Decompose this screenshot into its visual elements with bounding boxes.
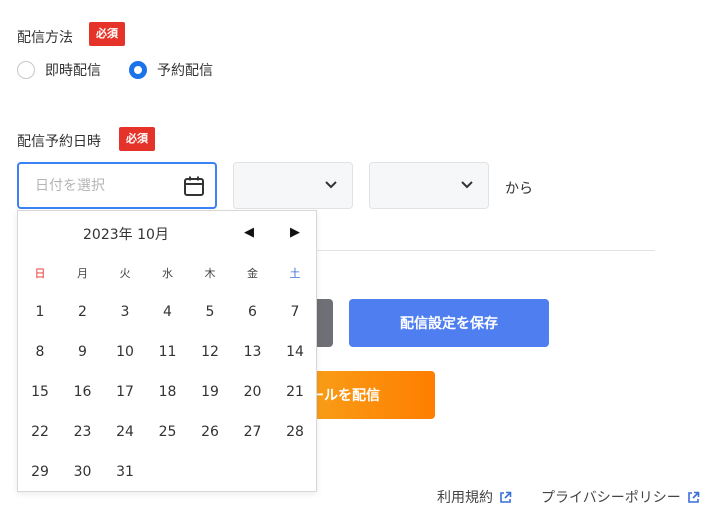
terms-link[interactable]: 利用規約 bbox=[437, 487, 512, 507]
privacy-link-label: プライバシーポリシー bbox=[541, 490, 681, 506]
calendar-day[interactable]: 5 bbox=[190, 304, 230, 320]
terms-link-label: 利用規約 bbox=[437, 490, 493, 506]
radio-immediate[interactable]: 即時配信 bbox=[17, 60, 101, 80]
calendar-day[interactable]: 26 bbox=[190, 424, 230, 440]
calendar-day[interactable]: 19 bbox=[190, 384, 230, 400]
required-badge: 必須 bbox=[89, 22, 125, 46]
minute-select[interactable] bbox=[369, 162, 489, 209]
calendar-day[interactable]: 1 bbox=[20, 304, 60, 320]
calendar-day[interactable]: 18 bbox=[148, 384, 188, 400]
chevron-down-icon bbox=[461, 181, 473, 189]
calendar-day[interactable]: 31 bbox=[105, 464, 145, 480]
calendar-day[interactable]: 17 bbox=[105, 384, 145, 400]
calendar-day[interactable]: 23 bbox=[63, 424, 103, 440]
from-suffix: から bbox=[505, 181, 533, 197]
weekday-label: 日 bbox=[34, 267, 46, 280]
calendar-day[interactable]: 20 bbox=[233, 384, 273, 400]
date-picker-calendar: 2023年 10月 ◀ ▶ 日月火水木金土 1 2 3 4 5 6 7 8 9 10 11 12 13 1… bbox=[17, 210, 317, 492]
triangle-right-icon[interactable]: ▶ bbox=[290, 225, 300, 240]
calendar-day[interactable]: 27 bbox=[233, 424, 273, 440]
radio-scheduled[interactable]: 予約配信 bbox=[129, 60, 213, 80]
save-settings-button[interactable]: 配信設定を保存 bbox=[349, 299, 549, 347]
schedule-label: 配信予約日時 bbox=[17, 134, 101, 150]
weekday-label: 木 bbox=[204, 267, 216, 280]
calendar-day[interactable]: 16 bbox=[63, 384, 103, 400]
weekday-label: 土 bbox=[289, 267, 301, 280]
calendar-day[interactable]: 7 bbox=[275, 304, 315, 320]
date-picker-field[interactable] bbox=[17, 162, 217, 209]
radio-scheduled-label: 予約配信 bbox=[157, 63, 213, 79]
calendar-day[interactable]: 28 bbox=[275, 424, 315, 440]
triangle-left-icon[interactable]: ◀ bbox=[244, 225, 254, 240]
calendar-day[interactable]: 12 bbox=[190, 344, 230, 360]
hour-select[interactable] bbox=[233, 162, 353, 209]
calendar-day[interactable]: 22 bbox=[20, 424, 60, 440]
calendar-day[interactable]: 14 bbox=[275, 344, 315, 360]
chevron-down-icon bbox=[325, 181, 337, 189]
radio-immediate-label: 即時配信 bbox=[45, 63, 101, 79]
date-input[interactable] bbox=[35, 177, 175, 194]
calendar-day[interactable]: 21 bbox=[275, 384, 315, 400]
calendar-day[interactable]: 25 bbox=[148, 424, 188, 440]
weekday-label: 金 bbox=[247, 267, 258, 280]
calendar-day[interactable]: 6 bbox=[233, 304, 273, 320]
calendar-day[interactable]: 11 bbox=[148, 344, 188, 360]
calendar-day[interactable]: 8 bbox=[20, 344, 60, 360]
weekday-label: 火 bbox=[119, 267, 131, 280]
weekday-label: 月 bbox=[77, 267, 88, 280]
calendar-day[interactable]: 4 bbox=[148, 304, 188, 320]
weekday-header: 日月火水木金土 bbox=[18, 265, 318, 285]
calendar-day[interactable]: 15 bbox=[20, 384, 60, 400]
delivery-method-label: 配信方法 bbox=[17, 30, 73, 46]
radio-circle-icon bbox=[17, 61, 35, 79]
calendar-day[interactable]: 30 bbox=[63, 464, 103, 480]
required-badge: 必須 bbox=[119, 127, 155, 151]
radio-checked-icon bbox=[129, 61, 147, 79]
calendar-day[interactable]: 9 bbox=[63, 344, 103, 360]
calendar-day[interactable]: 13 bbox=[233, 344, 273, 360]
weekday-label: 水 bbox=[162, 267, 173, 280]
external-link-icon bbox=[687, 491, 700, 503]
calendar-month-label: 2023年 10月 bbox=[83, 227, 169, 243]
calendar-day[interactable]: 24 bbox=[105, 424, 145, 440]
privacy-link[interactable]: プライバシーポリシー bbox=[541, 487, 700, 507]
calendar-day[interactable]: 2 bbox=[63, 304, 103, 320]
calendar-day[interactable]: 29 bbox=[20, 464, 60, 480]
calendar-day[interactable]: 10 bbox=[105, 344, 145, 360]
external-link-icon bbox=[500, 491, 512, 503]
calendar-icon[interactable] bbox=[183, 175, 205, 197]
calendar-day[interactable]: 3 bbox=[105, 304, 145, 320]
